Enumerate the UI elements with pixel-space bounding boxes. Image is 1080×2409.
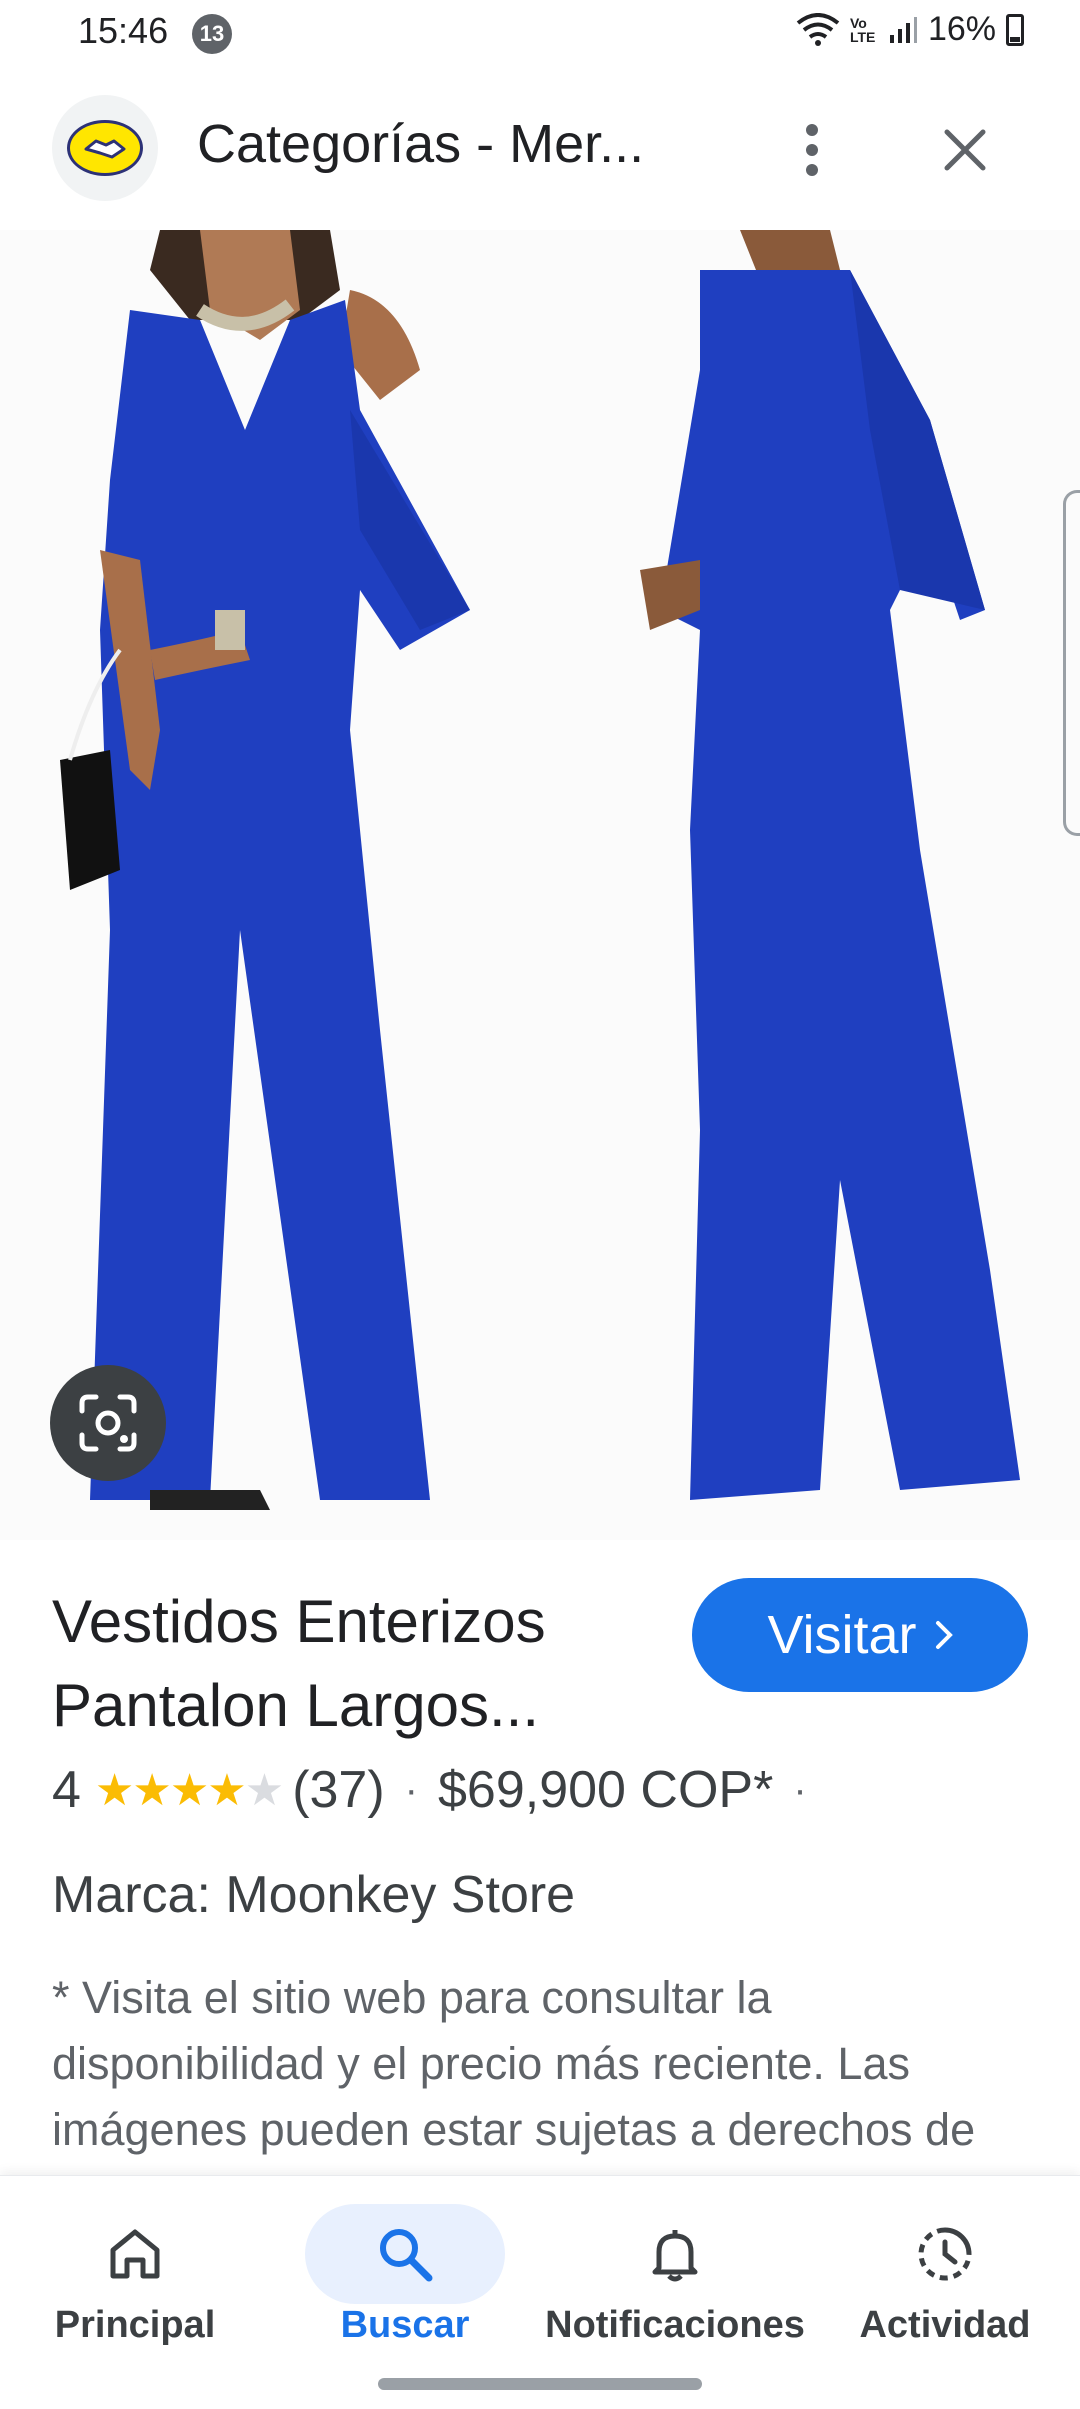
chevron-right-icon	[935, 1621, 953, 1649]
site-favicon	[52, 95, 158, 201]
star-icon: ★	[94, 1765, 134, 1815]
more-vert-icon	[806, 124, 818, 176]
star-rating: ★ ★ ★ ★ ★	[94, 1765, 284, 1816]
visit-label: Visitar	[767, 1605, 917, 1665]
nav-icon-container	[35, 2204, 235, 2304]
nav-label: Notificaciones	[545, 2304, 805, 2346]
status-icons: Vo LTE 16%	[796, 10, 1024, 49]
scroll-handle[interactable]	[1063, 490, 1080, 836]
product-image[interactable]	[0, 230, 1080, 1540]
bell-icon	[652, 2230, 698, 2282]
bottom-navigation: Principal Buscar Notificaciones Activida…	[0, 2175, 1080, 2409]
camera-lens-icon	[79, 1394, 137, 1452]
star-icon: ★	[207, 1765, 246, 1815]
close-icon	[944, 129, 986, 171]
wifi-icon	[796, 12, 840, 46]
nav-icon-container	[575, 2204, 775, 2304]
status-time: 15:46	[78, 10, 169, 51]
price: $69,900 COP*	[438, 1761, 774, 1819]
star-icon: ★	[169, 1765, 209, 1815]
jumpsuit-photo	[0, 230, 1080, 1540]
nav-label: Actividad	[859, 2304, 1031, 2346]
nav-item-principal[interactable]: Principal	[0, 2176, 270, 2376]
handshake-logo-icon	[67, 120, 143, 176]
more-options-button[interactable]	[782, 110, 842, 190]
volte-indicator: Vo LTE	[849, 14, 876, 45]
gesture-bar[interactable]	[378, 2378, 702, 2390]
star-empty-icon: ★	[244, 1765, 284, 1815]
star-icon: ★	[132, 1765, 171, 1815]
brand: Marca: Moonkey Store	[52, 1866, 576, 1924]
search-icon	[380, 2229, 433, 2282]
notification-count-badge: 13	[192, 14, 232, 54]
nav-item-buscar[interactable]: Buscar	[270, 2176, 540, 2376]
signal-icon	[889, 16, 917, 43]
separator-dot: ·	[793, 1767, 807, 1812]
nav-label: Buscar	[340, 2304, 470, 2346]
nav-item-notificaciones[interactable]: Notificaciones	[540, 2176, 810, 2376]
separator-dot: ·	[404, 1767, 418, 1812]
visit-button[interactable]: Visitar	[692, 1578, 1028, 1692]
home-icon	[110, 2229, 160, 2279]
page-title: Categorías - Mer...	[197, 114, 645, 174]
review-count: (37)	[292, 1761, 385, 1819]
disclaimer-text: * Visita el sitio web para consultar la …	[52, 1972, 976, 2185]
nav-icon-container	[305, 2204, 505, 2304]
status-bar: 15:46 13 Vo LTE 16%	[0, 0, 1080, 70]
activity-icon	[918, 2227, 972, 2281]
rating-row: 4 ★ ★ ★ ★ ★ (37) · $69,900 COP* ·	[52, 1760, 827, 1820]
lens-search-button[interactable]	[50, 1365, 166, 1481]
rating-value: 4	[52, 1761, 81, 1819]
close-button[interactable]	[920, 110, 1010, 190]
app-bar: Categorías - Mer...	[0, 80, 1080, 215]
nav-item-actividad[interactable]: Actividad	[810, 2176, 1080, 2376]
product-title[interactable]: Vestidos Enterizos Pantalon Largos...	[52, 1580, 652, 1748]
battery-icon	[1006, 13, 1024, 46]
battery-percent: 16%	[927, 10, 996, 48]
nav-label: Principal	[54, 2304, 216, 2346]
nav-icon-container	[845, 2204, 1045, 2304]
